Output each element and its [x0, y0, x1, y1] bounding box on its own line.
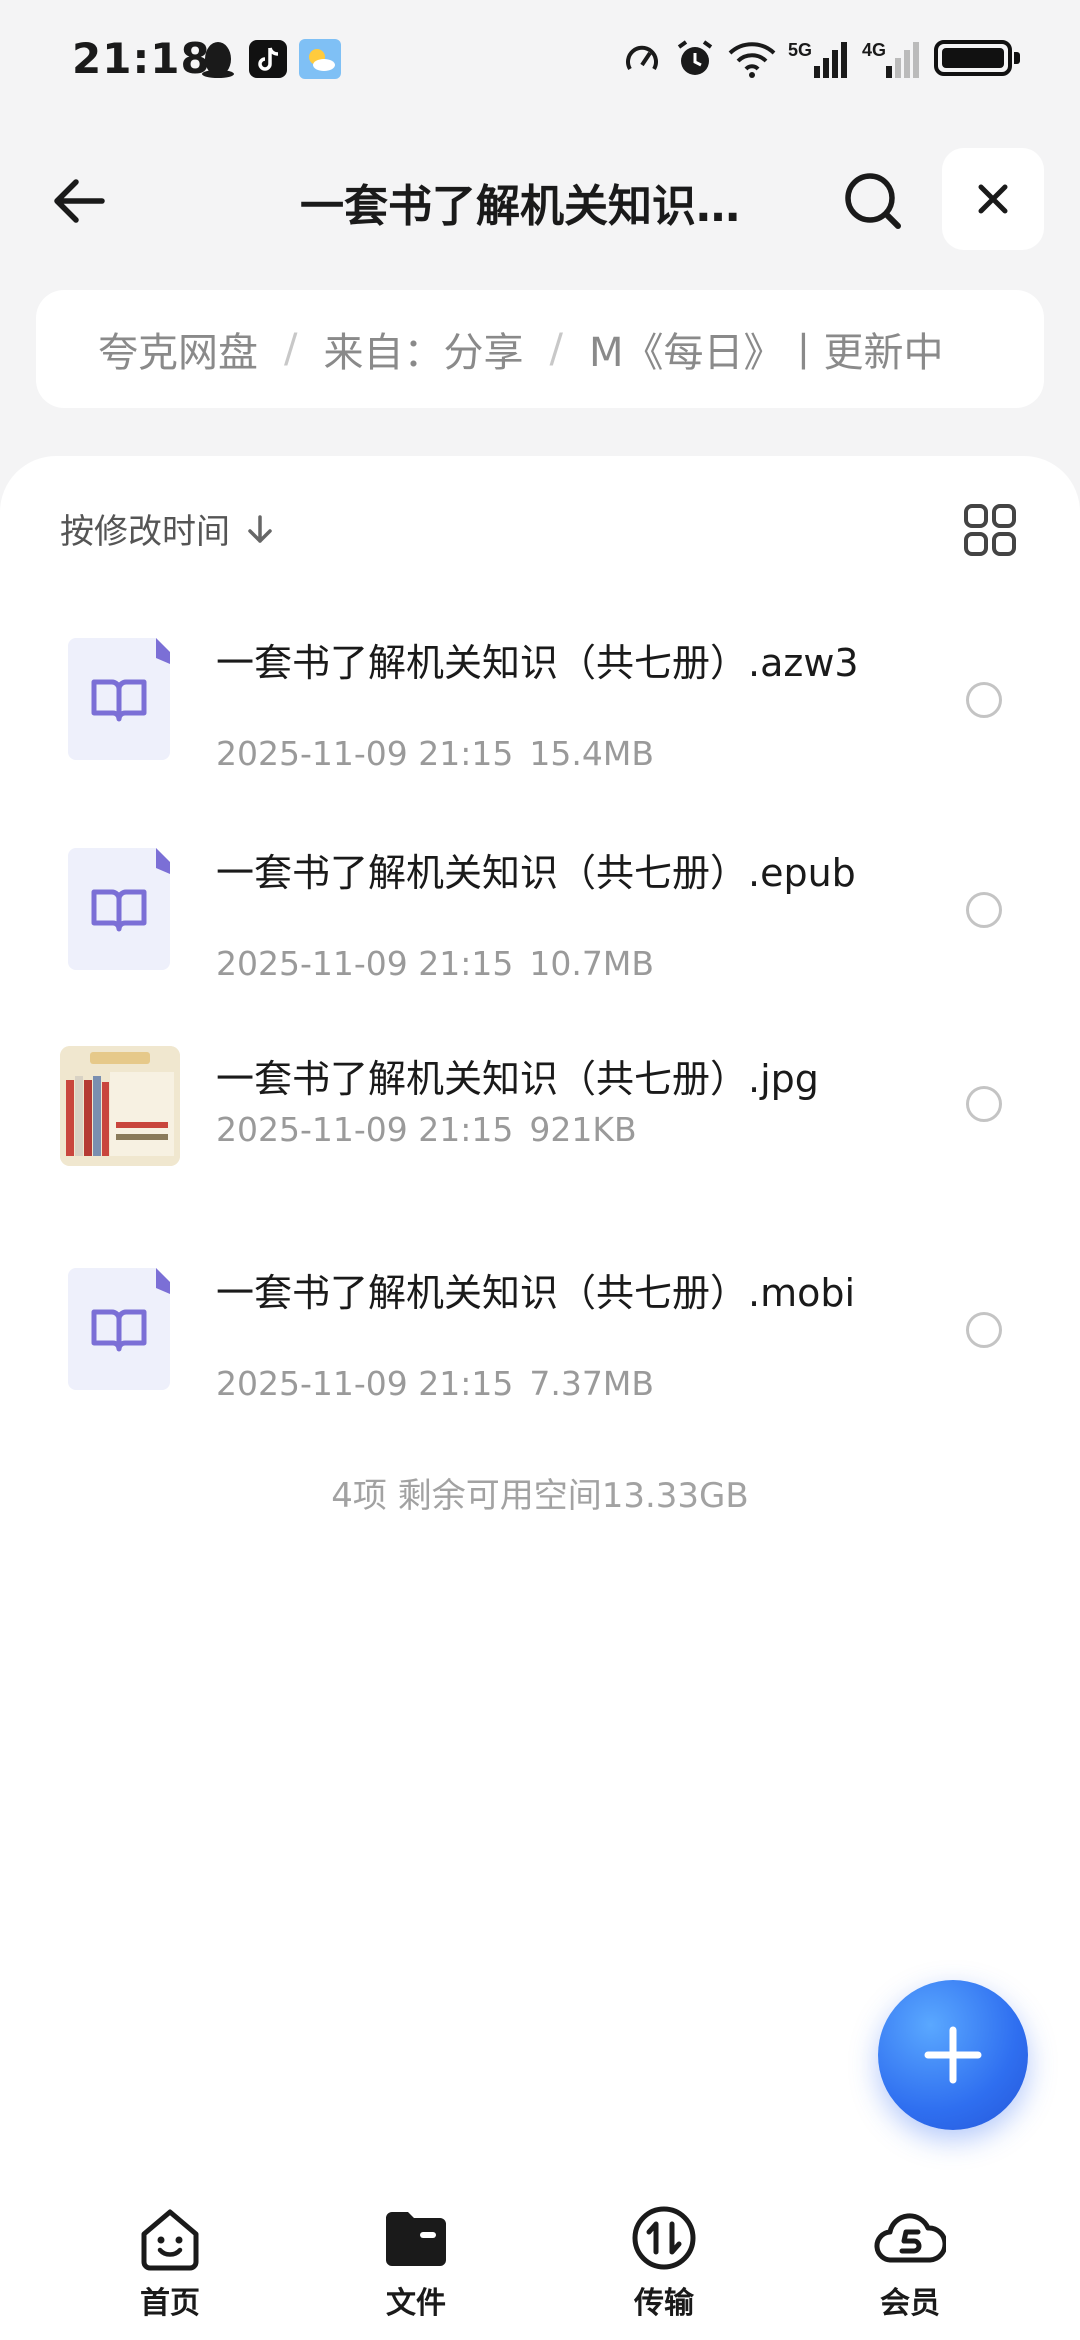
- file-size: 10.7MB: [529, 944, 654, 983]
- select-checkbox[interactable]: [966, 1312, 1002, 1348]
- alarm-icon: [674, 36, 716, 82]
- weather-icon: [298, 36, 342, 82]
- nav-item-home[interactable]: 首页: [100, 2202, 240, 2322]
- file-row[interactable]: 一套书了解机关知识（共七册）.azw3 2025-11-09 21:15 15.4…: [0, 626, 1080, 816]
- file-size: 15.4MB: [529, 734, 654, 773]
- breadcrumb-item-folder[interactable]: M《每日》丨更新中: [589, 320, 944, 378]
- battery-icon: [934, 40, 1020, 76]
- nav-label: 会员: [880, 2286, 940, 2321]
- sort-label: 按修改时间: [60, 512, 230, 552]
- file-date: 2025-11-09 21:15: [216, 944, 514, 983]
- page-title: 一套书了解机关知识（共七册）: [300, 181, 780, 232]
- file-size: 7.37MB: [529, 1364, 654, 1403]
- svg-text:5G: 5G: [788, 40, 812, 60]
- home-face-icon: [141, 2209, 199, 2271]
- close-button[interactable]: [942, 148, 1044, 250]
- search-icon[interactable]: [838, 166, 908, 236]
- file-name: 一套书了解机关知识（共七册）.azw3: [216, 641, 859, 685]
- file-name: 一套书了解机关知识（共七册）.mobi: [216, 1271, 856, 1315]
- breadcrumb-separator: /: [284, 326, 298, 372]
- file-meta: 2025-11-09 21:15 10.7MB: [216, 944, 654, 983]
- nav-item-transfer[interactable]: 传输: [594, 2202, 734, 2322]
- 4g-signal-icon: 4G: [862, 36, 920, 82]
- select-checkbox[interactable]: [966, 1086, 1002, 1122]
- file-row[interactable]: 一套书了解机关知识（共七册）.jpg 2025-11-09 21:15 921KB: [0, 1046, 1080, 1196]
- svg-text:4G: 4G: [862, 40, 886, 60]
- grid-view-icon[interactable]: [960, 500, 1020, 560]
- qq-penguin-icon: [200, 36, 236, 82]
- data-speed-icon: [622, 36, 662, 82]
- sort-selector[interactable]: 按修改时间: [60, 504, 280, 553]
- back-arrow-icon[interactable]: [44, 166, 114, 236]
- book-file-icon: [68, 638, 170, 760]
- select-checkbox[interactable]: [966, 682, 1002, 718]
- file-date: 2025-11-09 21:15: [216, 1110, 514, 1149]
- image-thumbnail: [60, 1046, 180, 1166]
- file-row[interactable]: 一套书了解机关知识（共七册）.mobi 2025-11-09 21:15 7.37…: [0, 1256, 1080, 1446]
- breadcrumb-item-root[interactable]: 夸克网盘: [98, 320, 258, 378]
- close-icon: [978, 184, 1008, 214]
- plus-icon: [924, 2026, 982, 2084]
- select-checkbox[interactable]: [966, 892, 1002, 928]
- transfer-icon: [632, 2206, 696, 2270]
- tiktok-icon: [248, 36, 288, 82]
- file-date: 2025-11-09 21:15: [216, 1364, 514, 1403]
- wifi-icon: [726, 36, 778, 82]
- status-bar: 21:18 5G 4G: [0, 0, 1080, 120]
- file-meta: 2025-11-09 21:15 15.4MB: [216, 734, 654, 773]
- file-meta: 2025-11-09 21:15 7.37MB: [216, 1364, 654, 1403]
- 5g-signal-icon: 5G: [788, 36, 852, 82]
- top-bar: 一套书了解机关知识（共七册）: [0, 140, 1080, 260]
- file-row[interactable]: 一套书了解机关知识（共七册）.epub 2025-11-09 21:15 10.7…: [0, 836, 1080, 1026]
- storage-summary: 4项 剩余可用空间13.33GB: [331, 1476, 749, 1516]
- add-button[interactable]: [878, 1980, 1028, 2130]
- arrow-down-icon: [248, 514, 272, 543]
- breadcrumb-separator: /: [549, 326, 563, 372]
- nav-item-vip[interactable]: 会员: [840, 2202, 980, 2322]
- nav-label: 文件: [386, 2286, 446, 2321]
- book-file-icon: [68, 1268, 170, 1390]
- breadcrumb-item-share[interactable]: 来自：分享: [323, 320, 523, 378]
- nav-item-files[interactable]: 文件: [346, 2202, 486, 2322]
- file-name: 一套书了解机关知识（共七册）.jpg: [216, 1057, 819, 1101]
- book-file-icon: [68, 848, 170, 970]
- folder-icon: [386, 2212, 446, 2266]
- nav-label: 首页: [140, 2286, 200, 2321]
- file-size: 921KB: [529, 1110, 637, 1149]
- breadcrumb: 夸克网盘 / 来自：分享 / M《每日》丨更新中: [36, 290, 1044, 408]
- nav-label: 传输: [634, 2286, 694, 2321]
- file-name: 一套书了解机关知识（共七册）.epub: [216, 851, 856, 895]
- vip-cloud-icon: [874, 2213, 946, 2263]
- status-time: 21:18: [72, 34, 211, 83]
- bottom-nav: 首页 文件 传输 会员: [0, 2180, 1080, 2340]
- file-meta: 2025-11-09 21:15 921KB: [216, 1110, 637, 1149]
- file-date: 2025-11-09 21:15: [216, 734, 514, 773]
